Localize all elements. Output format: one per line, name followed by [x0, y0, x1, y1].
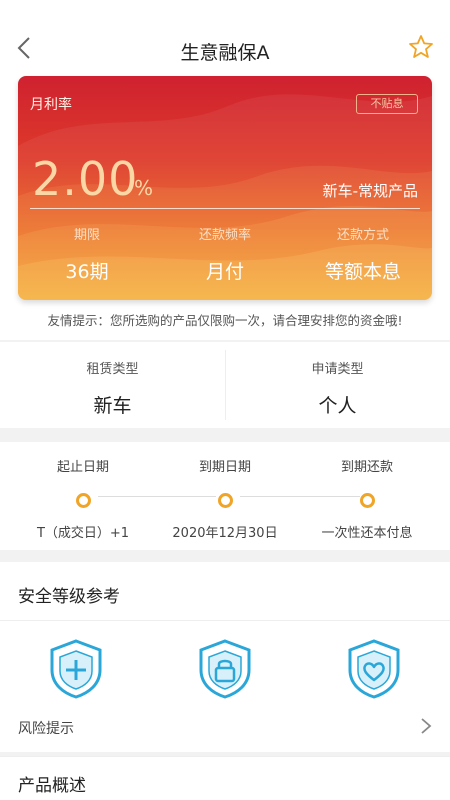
- stat-value: 36期: [65, 261, 109, 283]
- timeline-value: 2020年12月30日: [172, 526, 278, 541]
- card-divider: [30, 208, 420, 209]
- rate-value: 2.00: [32, 152, 139, 206]
- section-divider: [0, 620, 450, 621]
- product-card-section: 月利率 不贴息 2.00 % 新车-常规产品 期限 36期 还款频率 月付 还款…: [0, 72, 450, 340]
- stat-label: 还款方式: [336, 228, 389, 243]
- date-timeline: 起止日期 T（成交日）+1 到期日期 2020年12月30日 到期还款 一次性还…: [0, 442, 450, 550]
- status-badge: 不贴息: [356, 94, 418, 114]
- rate-label: 月利率: [30, 97, 72, 113]
- rate-card: 月利率 不贴息 2.00 % 新车-常规产品 期限 36期 还款频率 月付 还款…: [18, 76, 432, 300]
- shield-heart-icon: [348, 639, 400, 699]
- page-title: 生意融保A: [180, 42, 270, 64]
- stat-value: 等额本息: [324, 261, 401, 283]
- application-type-value: 个人: [318, 395, 357, 417]
- product-overview-section: 产品概述: [0, 756, 450, 800]
- timeline-step-repayment: 到期还款 一次性还本付息: [292, 442, 442, 541]
- navigation-bar: 生意融保A: [0, 0, 450, 72]
- rate-unit: %: [134, 176, 154, 200]
- timeline-dot: [359, 493, 375, 508]
- chevron-right-icon[interactable]: [420, 717, 432, 735]
- application-type-label: 申请类型: [311, 362, 364, 377]
- risk-tip-link[interactable]: 风险提示: [18, 718, 74, 738]
- timeline-value: 一次性还本付息: [321, 526, 413, 541]
- timeline-step-maturity: 到期日期 2020年12月30日: [150, 442, 300, 541]
- timeline-step-start: 起止日期 T（成交日）+1: [8, 442, 158, 541]
- shield-plus-icon: [50, 639, 102, 699]
- lease-type-label: 租赁类型: [86, 362, 139, 377]
- timeline-label: 到期还款: [340, 460, 393, 475]
- lease-type: 租赁类型 新车: [0, 342, 225, 428]
- safety-level-section: 安全等级参考 风险提示: [0, 562, 450, 752]
- friendly-tip: 友情提示：您所选购的产品仅限购一次，请合理安排您的资金哦!: [47, 313, 403, 328]
- application-type: 申请类型 个人: [225, 342, 450, 428]
- stat-label: 期限: [73, 228, 100, 243]
- timeline-value: T（成交日）+1: [36, 526, 130, 541]
- stat-frequency: 还款频率 月付: [156, 224, 294, 284]
- section-title: 安全等级参考: [18, 587, 120, 607]
- stat-value: 月付: [205, 261, 244, 283]
- lease-types-section: 租赁类型 新车 申请类型 个人: [0, 342, 450, 428]
- stat-term: 期限 36期: [18, 224, 156, 284]
- stat-label: 还款频率: [198, 228, 251, 243]
- star-outline-icon[interactable]: [408, 34, 434, 60]
- lease-type-value: 新车: [93, 395, 132, 417]
- timeline-dot: [217, 493, 233, 508]
- timeline-label: 起止日期: [56, 460, 109, 475]
- timeline-dot: [75, 493, 91, 508]
- section-title: 产品概述: [18, 776, 86, 796]
- product-name: 新车-常规产品: [322, 182, 418, 200]
- stat-method: 还款方式 等额本息: [294, 224, 432, 284]
- timeline-label: 到期日期: [198, 460, 251, 475]
- shield-lock-icon: [199, 639, 251, 699]
